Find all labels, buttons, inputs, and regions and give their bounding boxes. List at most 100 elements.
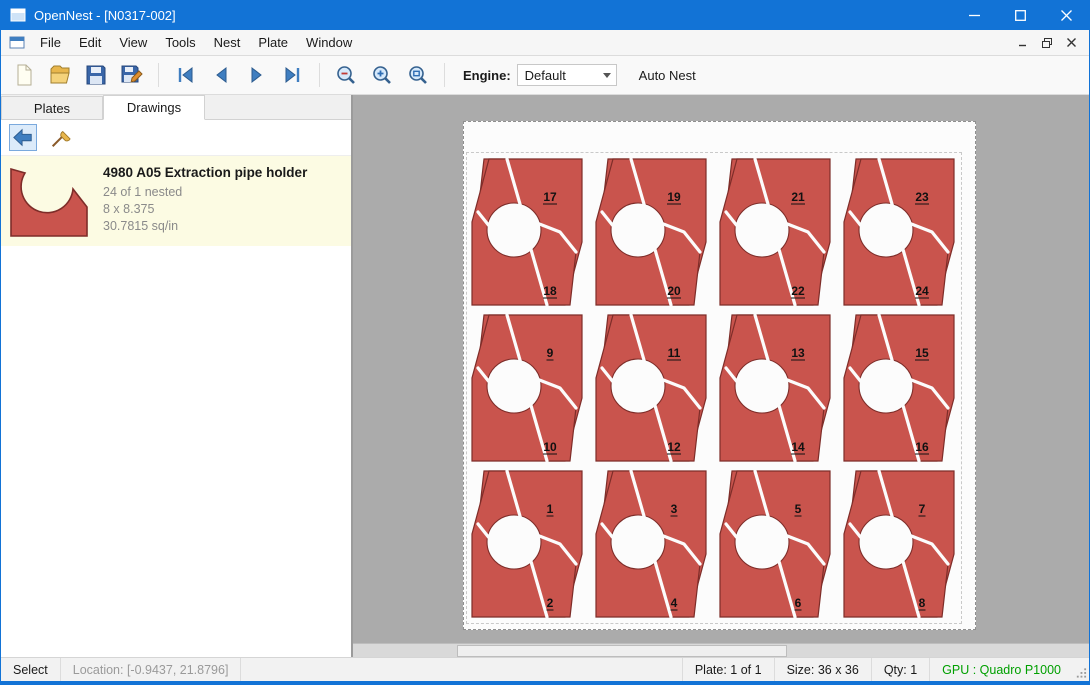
mdi-restore-icon[interactable] <box>1035 33 1059 53</box>
new-file-button[interactable] <box>9 60 39 90</box>
part-hole <box>735 203 789 257</box>
part-number: 20 <box>667 284 681 298</box>
nav-previous-icon <box>209 63 233 87</box>
drawing-area: 30.7815 sq/in <box>103 218 307 235</box>
resize-grip[interactable] <box>1073 658 1089 681</box>
mdi-close-icon[interactable] <box>1059 33 1083 53</box>
import-drawing-button[interactable] <box>9 124 37 151</box>
save-button[interactable] <box>81 60 111 90</box>
menu-view[interactable]: View <box>110 31 156 54</box>
last-plate-button[interactable] <box>278 60 308 90</box>
nested-pair: 78 <box>840 468 958 620</box>
engine-select[interactable]: Default <box>517 64 617 86</box>
status-mode: Select <box>1 658 61 681</box>
nested-pair: 56 <box>716 468 834 620</box>
menu-tools[interactable]: Tools <box>156 31 204 54</box>
panel-toolbar <box>1 120 351 156</box>
previous-plate-button[interactable] <box>206 60 236 90</box>
part-thumbnail-icon <box>9 163 89 239</box>
nav-last-icon <box>281 63 305 87</box>
part-hole <box>735 359 789 413</box>
part-hole <box>859 515 913 569</box>
app-window: OpenNest - [N0317-002] File Edit View To… <box>0 0 1090 685</box>
part-number: 19 <box>667 190 681 204</box>
nav-next-icon <box>245 63 269 87</box>
part-number: 5 <box>795 502 802 516</box>
save-edit-icon <box>120 63 144 87</box>
drawing-title: 4980 A05 Extraction pipe holder <box>103 165 307 180</box>
nested-pair: 12 <box>468 468 586 620</box>
engine-selected-value: Default <box>525 68 566 83</box>
clear-drawings-button[interactable] <box>46 124 74 151</box>
part-hole <box>859 203 913 257</box>
status-gpu: GPU : Quadro P1000 <box>930 658 1073 681</box>
zoom-in-button[interactable] <box>367 60 397 90</box>
menu-edit[interactable]: Edit <box>70 31 110 54</box>
main-area: Plates Drawings <box>1 95 1089 657</box>
nested-pair: 1112 <box>592 312 710 464</box>
status-qty: Qty: 1 <box>872 658 930 681</box>
status-plate-count: Plate: 1 of 1 <box>682 658 775 681</box>
minimize-button[interactable] <box>951 0 997 30</box>
nested-pair: 9 10 <box>468 312 586 464</box>
part-number: 4 <box>671 596 678 610</box>
part-hole <box>611 203 665 257</box>
tab-plates[interactable]: Plates <box>1 96 103 119</box>
save-icon <box>84 63 108 87</box>
horizontal-scrollbar-thumb[interactable] <box>457 645 787 657</box>
nested-pair: 1516 <box>840 312 958 464</box>
close-button[interactable] <box>1043 0 1089 30</box>
drawing-dimensions: 8 x 8.375 <box>103 201 307 218</box>
menu-plate[interactable]: Plate <box>249 31 297 54</box>
drawing-list-item[interactable]: 4980 A05 Extraction pipe holder 24 of 1 … <box>1 156 351 246</box>
app-icon <box>10 8 26 22</box>
part-number: 22 <box>791 284 805 298</box>
document-icon <box>9 35 25 50</box>
zoom-fit-icon <box>406 63 430 87</box>
menu-window[interactable]: Window <box>297 31 361 54</box>
part-number: 3 <box>671 502 678 516</box>
part-number: 21 <box>791 190 805 204</box>
nested-pair: 2324 <box>840 156 958 308</box>
part-number: 17 <box>543 190 557 204</box>
part-number: 16 <box>915 440 929 454</box>
nested-pair: 1718 <box>468 156 586 308</box>
new-file-icon <box>12 63 36 87</box>
next-plate-button[interactable] <box>242 60 272 90</box>
main-toolbar: Engine: Default Auto Nest <box>1 56 1089 95</box>
part-number: 11 <box>668 346 681 360</box>
maximize-button[interactable] <box>997 0 1043 30</box>
status-plate-size: Size: 36 x 36 <box>775 658 872 681</box>
first-plate-button[interactable] <box>170 60 200 90</box>
toolbar-separator <box>158 63 159 87</box>
panel-tabstrip: Plates Drawings <box>1 95 351 120</box>
zoom-out-button[interactable] <box>331 60 361 90</box>
part-number: 9 <box>547 346 554 360</box>
menubar: File Edit View Tools Nest Plate Window <box>1 30 1089 56</box>
open-file-button[interactable] <box>45 60 75 90</box>
part-thumbnail <box>7 163 91 239</box>
nested-pair: 21 22 <box>716 156 834 308</box>
auto-nest-button[interactable]: Auto Nest <box>633 65 702 86</box>
horizontal-scrollbar[interactable] <box>353 643 1089 657</box>
menu-file[interactable]: File <box>31 31 70 54</box>
part-hole <box>611 515 665 569</box>
part-number: 13 <box>791 346 805 360</box>
toolbar-separator <box>444 63 445 87</box>
menu-nest[interactable]: Nest <box>205 31 250 54</box>
part-hole <box>611 359 665 413</box>
part-hole <box>487 203 541 257</box>
part-number: 7 <box>919 502 926 516</box>
status-location: Location: [-0.9437, 21.8796] <box>61 658 242 681</box>
part-number: 8 <box>919 596 926 610</box>
zoom-fit-button[interactable] <box>403 60 433 90</box>
mdi-minimize-icon[interactable] <box>1011 33 1035 53</box>
statusbar: Select Location: [-0.9437, 21.8796] Plat… <box>1 657 1089 684</box>
plate-sheet[interactable]: 171819202122232491011121314151612345678 <box>463 121 976 630</box>
tab-drawings[interactable]: Drawings <box>103 95 205 120</box>
nest-canvas[interactable]: 171819202122232491011121314151612345678 <box>353 95 1089 657</box>
part-number: 10 <box>543 440 557 454</box>
save-edit-button[interactable] <box>117 60 147 90</box>
part-number: 1 <box>547 502 554 516</box>
chevron-down-icon <box>603 73 611 78</box>
